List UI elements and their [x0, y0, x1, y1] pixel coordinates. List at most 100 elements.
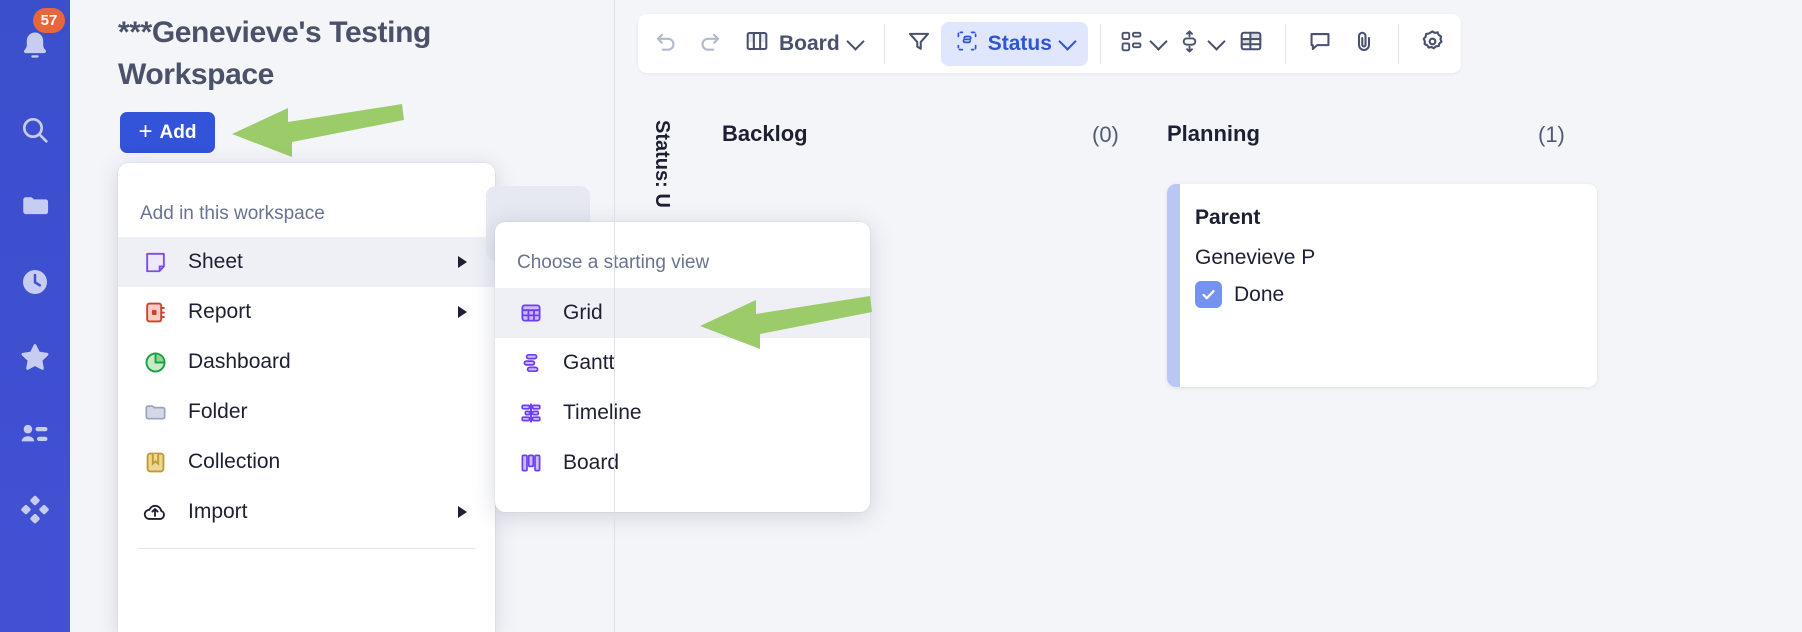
undo-icon [653, 28, 679, 59]
submenu-item-timeline[interactable]: Timeline [495, 388, 870, 438]
row-height-icon [1177, 29, 1202, 59]
attachments-button[interactable] [1342, 22, 1386, 66]
panel-divider [614, 0, 615, 632]
toolbar-separator [1284, 23, 1286, 64]
app-root: 57 ***Genevieve's Testing Workspace + Ad… [0, 0, 1802, 632]
board-column-title-backlog: Backlog [722, 121, 808, 146]
apps-grid-icon [18, 493, 52, 527]
menu-item-label: Collection [188, 450, 281, 473]
done-checkbox[interactable] [1195, 281, 1222, 308]
grid-view-icon [517, 299, 545, 327]
board-view-icon [744, 28, 770, 59]
board-toolbar: Board Status [638, 14, 1461, 73]
menu-item-label: Sheet [188, 250, 243, 273]
menu-divider [138, 548, 475, 549]
favorites-star-icon [18, 341, 52, 375]
starting-view-submenu: Choose a starting view Grid Gantt Timeli… [495, 222, 870, 512]
menu-item-folder[interactable]: Folder [118, 387, 495, 437]
paperclip-icon [1351, 28, 1377, 59]
gantt-view-icon [517, 349, 545, 377]
submenu-item-grid[interactable]: Grid [495, 288, 870, 338]
board-card[interactable]: Parent Genevieve P Done [1167, 184, 1597, 387]
toolbar-separator [1397, 23, 1399, 64]
rail-item-search[interactable] [0, 92, 70, 168]
chevron-down-icon [1207, 31, 1226, 51]
board-column-count-backlog: (0) [1092, 122, 1119, 147]
folder-icon [140, 397, 170, 427]
menu-item-label: Dashboard [188, 350, 291, 373]
gear-icon [1419, 28, 1446, 60]
rail-item-notifications[interactable]: 57 [0, 0, 70, 92]
notifications-badge: 57 [33, 8, 65, 33]
browse-folder-icon [19, 190, 51, 222]
submenu-item-board[interactable]: Board [495, 438, 870, 488]
done-checkbox-label: Done [1234, 282, 1285, 306]
menu-item-dashboard[interactable]: Dashboard [118, 337, 495, 387]
row-height-button[interactable] [1171, 22, 1229, 66]
dashboard-icon [140, 347, 170, 377]
redo-icon [697, 28, 723, 59]
filter-button[interactable] [897, 22, 941, 66]
timeline-view-icon [517, 399, 545, 427]
menu-item-label: Report [188, 300, 252, 323]
board-view-icon [517, 449, 545, 477]
group-by-status-label: Status [987, 31, 1052, 55]
menu-item-label: Folder [188, 400, 248, 423]
group-by-status-button[interactable]: Status [940, 21, 1088, 66]
card-layout-icon [1119, 29, 1144, 59]
rail-item-workspaces[interactable] [0, 396, 70, 472]
plus-icon: + [138, 117, 153, 145]
board-group-label: Status: U [651, 120, 673, 208]
add-menu-heading: Add in this workspace [140, 203, 325, 224]
chevron-right-icon [458, 256, 467, 268]
menu-item-sheet[interactable]: Sheet [118, 237, 495, 287]
card-layout-button[interactable] [1113, 22, 1171, 66]
submenu-item-gantt[interactable]: Gantt [495, 338, 870, 388]
chevron-down-icon [845, 31, 865, 51]
add-button-label: Add [159, 121, 197, 143]
board-column-count-planning: (1) [1538, 122, 1565, 147]
chevron-down-icon [1058, 31, 1077, 51]
rail-item-favorites[interactable] [0, 320, 70, 396]
submenu-item-label: Timeline [563, 401, 642, 424]
table-icon [1238, 28, 1264, 59]
workspace-title: ***Genevieve's Testing Workspace [118, 16, 431, 91]
conversations-button[interactable] [1298, 22, 1342, 66]
menu-item-report[interactable]: Report [118, 287, 495, 337]
rail-item-recents[interactable] [0, 244, 70, 320]
chevron-right-icon [458, 306, 467, 318]
redo-button[interactable] [688, 22, 732, 66]
card-accent-bar [1167, 184, 1180, 387]
undo-button[interactable] [644, 22, 688, 66]
rail-item-solutions[interactable] [0, 472, 70, 548]
menu-item-collection[interactable]: Collection [118, 437, 495, 487]
view-selector-label: Board [779, 31, 840, 55]
left-nav-rail: 57 [0, 0, 70, 632]
starting-view-heading: Choose a starting view [517, 252, 710, 273]
import-cloud-upload-icon [140, 497, 170, 527]
collection-icon [140, 447, 170, 477]
recents-clock-icon [19, 266, 51, 298]
toolbar-separator [1099, 23, 1101, 64]
menu-item-import[interactable]: Import [118, 487, 495, 537]
add-button[interactable]: + Add [120, 112, 215, 153]
chevron-down-icon [1149, 31, 1168, 51]
report-icon [140, 297, 170, 327]
notifications-bell-icon [18, 29, 52, 63]
sheet-icon [140, 247, 170, 277]
group-icon [955, 29, 979, 58]
submenu-item-label: Gantt [563, 351, 615, 374]
filter-funnel-icon [906, 28, 932, 59]
toolbar-separator [883, 23, 885, 64]
card-assignee: Genevieve P [1195, 246, 1316, 269]
chevron-right-icon [458, 506, 467, 518]
rail-item-browse[interactable] [0, 168, 70, 244]
annotation-arrow-add [232, 104, 404, 157]
menu-item-label: Import [188, 500, 248, 523]
card-checkbox-row[interactable]: Done [1195, 281, 1597, 308]
card-title: Parent [1195, 206, 1261, 229]
view-selector[interactable]: Board [732, 22, 872, 66]
settings-button[interactable] [1411, 22, 1455, 66]
column-settings-button[interactable] [1229, 22, 1273, 66]
submenu-item-label: Grid [563, 301, 603, 324]
